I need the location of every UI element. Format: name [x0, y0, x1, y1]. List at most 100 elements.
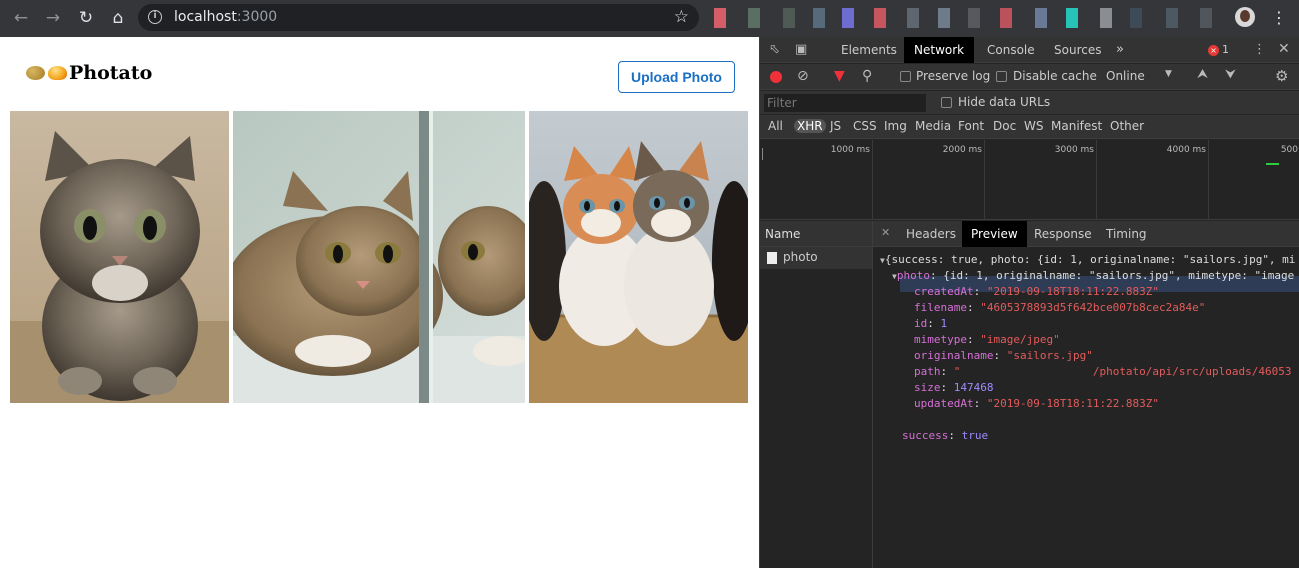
- json-root-line[interactable]: ▼{success: true, photo: {id: 1, original…: [880, 252, 1295, 269]
- clear-icon[interactable]: ⊘: [797, 68, 809, 84]
- forward-icon[interactable]: →: [42, 7, 64, 29]
- extension-icon[interactable]: [842, 8, 854, 28]
- extension-icon[interactable]: [1100, 8, 1112, 28]
- tab-elements[interactable]: Elements: [831, 37, 907, 63]
- throttle-select[interactable]: Online: [1106, 69, 1145, 83]
- disable-cache-checkbox[interactable]: [996, 71, 1007, 82]
- upload-photo-button[interactable]: Upload Photo: [618, 61, 735, 93]
- extension-icon[interactable]: [1130, 8, 1142, 28]
- type-filter-js[interactable]: JS: [828, 119, 843, 133]
- json-field-line[interactable]: path: " /photato/api/src/uploads/46053: [914, 364, 1292, 380]
- name-column-header[interactable]: Name: [760, 221, 873, 247]
- extension-icon[interactable]: [748, 8, 760, 28]
- filter-input[interactable]: Filter: [764, 94, 926, 112]
- extension-icon[interactable]: [1200, 8, 1212, 28]
- export-har-icon[interactable]: ⮟: [1225, 67, 1236, 82]
- kitten-photo-3: [529, 111, 748, 403]
- photo-card[interactable]: [233, 111, 525, 403]
- json-photo-line[interactable]: ▼photo: {id: 1, originalname: "sailors.j…: [892, 268, 1294, 285]
- json-field-line[interactable]: originalname: "sailors.jpg": [914, 348, 1093, 364]
- extension-icon[interactable]: [1000, 8, 1012, 28]
- settings-dots-icon[interactable]: ⋮: [1253, 42, 1266, 57]
- extension-icon[interactable]: [1166, 8, 1178, 28]
- request-name: photo: [783, 250, 818, 264]
- reload-icon[interactable]: ↻: [75, 7, 97, 29]
- photo-card[interactable]: [529, 111, 748, 403]
- back-icon[interactable]: ←: [10, 7, 32, 29]
- preserve-log-label: Preserve log: [916, 69, 991, 83]
- search-icon[interactable]: ⚲: [862, 68, 872, 84]
- timeline-tick-label: 2000 ms: [942, 145, 982, 155]
- extension-icon[interactable]: [907, 8, 919, 28]
- timeline-tick-label: 1000 ms: [830, 145, 870, 155]
- type-filter-ws[interactable]: WS: [1022, 119, 1045, 133]
- type-filter-all[interactable]: All: [766, 119, 785, 133]
- tab-console[interactable]: Console: [977, 37, 1045, 63]
- extension-icon[interactable]: [968, 8, 980, 28]
- timeline-tick-label: 3000 ms: [1054, 145, 1094, 155]
- chevron-down-icon[interactable]: ▼: [1165, 69, 1172, 79]
- avatar[interactable]: [1235, 7, 1255, 27]
- extension-icon[interactable]: [938, 8, 950, 28]
- filter-row: Filter Hide data URLs: [760, 91, 1299, 114]
- tab-headers[interactable]: Headers: [897, 221, 965, 247]
- devtools-panel: ⬁ ▣ Elements Network Console Sources » ×…: [759, 37, 1299, 568]
- type-filter-other[interactable]: Other: [1108, 119, 1146, 133]
- type-filter-manifest[interactable]: Manifest: [1049, 119, 1104, 133]
- type-filter-font[interactable]: Font: [956, 119, 986, 133]
- json-field-line[interactable]: filename: "4605378893d5f642bce007b8cec2a…: [914, 300, 1205, 316]
- network-overview-timeline[interactable]: 1000 ms 2000 ms 3000 ms 4000 ms 500: [760, 140, 1299, 220]
- timeline-gridline: [872, 140, 873, 220]
- request-row[interactable]: photo: [760, 247, 872, 269]
- error-count[interactable]: 1: [1222, 43, 1229, 56]
- info-icon[interactable]: i: [148, 10, 162, 24]
- filter-icon[interactable]: ▼: [834, 68, 845, 84]
- app-page: Photato Upload Photo: [0, 37, 759, 568]
- extension-icon[interactable]: [874, 8, 886, 28]
- extension-icon[interactable]: [813, 8, 825, 28]
- json-field-line[interactable]: size: 147468: [914, 380, 994, 396]
- tab-sources[interactable]: Sources: [1044, 37, 1111, 63]
- type-filter-media[interactable]: Media: [913, 119, 953, 133]
- kebab-menu-icon[interactable]: ⋮: [1271, 6, 1287, 30]
- preserve-log-checkbox[interactable]: [900, 71, 911, 82]
- bookmark-star-icon[interactable]: ☆: [674, 7, 689, 27]
- tab-network[interactable]: Network: [904, 37, 975, 63]
- kitten-photo-1: [10, 111, 229, 403]
- extension-icon[interactable]: [1066, 8, 1078, 28]
- inspect-element-icon[interactable]: ⬁: [769, 42, 780, 57]
- type-filter-doc[interactable]: Doc: [991, 119, 1018, 133]
- tab-preview[interactable]: Preview: [962, 221, 1027, 247]
- close-devtools-icon[interactable]: ✕: [1278, 41, 1290, 57]
- app-logo[interactable]: Photato: [26, 62, 152, 84]
- document-icon: [767, 252, 777, 264]
- extension-icon[interactable]: [783, 8, 795, 28]
- import-har-icon[interactable]: ⮝: [1197, 67, 1208, 82]
- gear-icon[interactable]: ⚙: [1275, 67, 1288, 85]
- hide-data-urls-checkbox[interactable]: [941, 97, 952, 108]
- more-tabs-icon[interactable]: »: [1116, 42, 1124, 57]
- error-icon[interactable]: ×: [1208, 45, 1219, 56]
- type-filter-css[interactable]: CSS: [851, 119, 879, 133]
- network-toolbar: ⊘ ▼ ⚲ Preserve log Disable cache Online …: [760, 64, 1299, 90]
- extension-icon[interactable]: [714, 8, 726, 28]
- home-icon[interactable]: ⌂: [107, 7, 129, 29]
- name-header-label: Name: [765, 227, 801, 241]
- close-detail-icon[interactable]: ✕: [881, 226, 890, 239]
- json-field-line[interactable]: createdAt: "2019-09-18T18:11:22.883Z": [914, 284, 1159, 300]
- device-toolbar-icon[interactable]: ▣: [795, 42, 807, 57]
- logo-text: Photato: [69, 62, 153, 84]
- json-field-line[interactable]: id: 1: [914, 316, 947, 332]
- type-filter-xhr[interactable]: XHR: [794, 119, 826, 133]
- record-icon[interactable]: [770, 71, 782, 83]
- address-bar[interactable]: i localhost:3000 ☆: [138, 4, 699, 31]
- extension-icon[interactable]: [1035, 8, 1047, 28]
- tab-response[interactable]: Response: [1025, 221, 1101, 247]
- json-field-line[interactable]: mimetype: "image/jpeg": [914, 332, 1060, 348]
- photo-card[interactable]: [10, 111, 229, 403]
- type-filter-img[interactable]: Img: [882, 119, 909, 133]
- json-success-line[interactable]: success: true: [902, 428, 988, 444]
- json-field-line[interactable]: updatedAt: "2019-09-18T18:11:22.883Z": [914, 396, 1159, 412]
- tab-timing[interactable]: Timing: [1097, 221, 1156, 247]
- devtools-tabbar: ⬁ ▣ Elements Network Console Sources » ×…: [760, 37, 1299, 63]
